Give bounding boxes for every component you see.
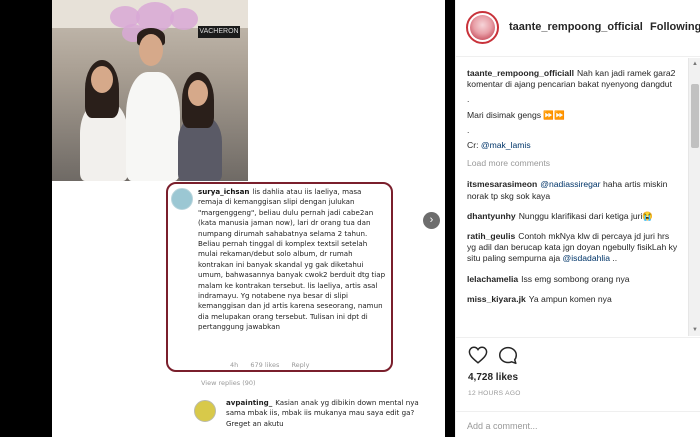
action-icons — [468, 346, 700, 366]
load-more-comments-link[interactable]: Load more comments — [467, 158, 680, 169]
comment-mention[interactable]: @isdadahlia — [563, 253, 610, 263]
comment-card-body: surya_ichsan lis dahlia atau iis laeliya,… — [198, 187, 388, 333]
scroll-down-arrow-icon[interactable]: ▼ — [692, 327, 698, 333]
store-sign: VACHERON — [198, 26, 240, 38]
caption-line3: Mari disimak gengs ⏩⏩ — [467, 109, 565, 120]
comment2-username: avpainting_ — [226, 398, 273, 407]
comment-card-meta: 4h 679 likes Reply — [230, 361, 319, 369]
commenter2-avatar — [194, 400, 216, 422]
scrollbar-thumb[interactable] — [691, 84, 699, 148]
view-replies-label: View replies (90) — [201, 379, 256, 387]
list-item: dhantyunhy Nunggu klarifikasi dari ketiga… — [467, 211, 680, 222]
likes-count[interactable]: 4,728 likes — [468, 372, 518, 383]
comment-username[interactable]: itsmesarasimeon — [467, 179, 537, 189]
person-center — [126, 72, 180, 181]
screenshot-comment-card: surya_ichsan lis dahlia atau iis laeliya,… — [166, 182, 393, 372]
screenshot-comment-2: avpainting_ Kasian anak yg dibikin down m… — [226, 398, 436, 429]
comment-card-reply: Reply — [291, 361, 310, 369]
person-right-head — [188, 80, 208, 106]
comment-card-username: surya_ichsan — [198, 187, 250, 196]
comment-text: Nunggu klarifikasi dari ketiga juri😭 — [518, 210, 654, 221]
profile-avatar[interactable] — [466, 11, 499, 44]
comments-list: taante_rempoong_officiall Nah kan jadi ra… — [456, 58, 688, 336]
comment-bubble-icon[interactable] — [498, 346, 518, 370]
commenter-avatar — [171, 188, 193, 210]
caption-line2: . — [467, 94, 470, 105]
heart-icon[interactable] — [468, 346, 488, 369]
comment-text: Iss emg sombong orang nya — [521, 273, 630, 284]
comment-username[interactable]: miss_kiyara.jk — [467, 294, 526, 304]
comment-mention[interactable]: @nadiassiregar — [540, 179, 600, 189]
comment-suffix: .. — [609, 253, 618, 264]
sidebar-header: taante_rempoong_official Following — [456, 0, 700, 57]
person-left-head — [91, 66, 113, 93]
person-center-head — [139, 34, 163, 66]
list-item: ratih_geulis Contoh mkNya klw di percaya … — [467, 231, 680, 265]
add-comment-bar — [456, 411, 700, 437]
post-caption: taante_rempoong_officiall Nah kan jadi ra… — [467, 68, 680, 151]
comment-username[interactable]: dhantyunhy — [467, 211, 516, 221]
header-username[interactable]: taante_rempoong_official — [509, 21, 646, 33]
scroll-up-arrow-icon[interactable]: ▲ — [692, 61, 698, 67]
comment-username[interactable]: ratih_geulis — [467, 231, 515, 241]
following-button[interactable]: Following — [650, 21, 700, 33]
post-timestamp: 12 HOURS AGO — [468, 390, 521, 397]
comment-username[interactable]: lelachamelia — [467, 274, 518, 284]
comment-text: Ya ampun komen nya — [528, 293, 612, 304]
post-viewer: VACHERON surya_ichsan lis dahlia atau iis… — [0, 0, 700, 437]
comment-card-likes: 679 likes — [250, 361, 280, 369]
post-sidebar: taante_rempoong_official Following taant… — [455, 0, 700, 437]
list-item: miss_kiyara.jk Ya ampun komen nya — [467, 294, 680, 305]
add-comment-input[interactable] — [467, 418, 687, 434]
post-actions: 4,728 likes 12 HOURS AGO — [456, 337, 700, 437]
profile-avatar-image — [470, 15, 495, 40]
caption-credit-prefix: Cr: — [467, 140, 481, 151]
next-arrow-button[interactable]: › — [423, 212, 440, 229]
blossom-decoration — [170, 8, 198, 30]
comment-card-text: lis dahlia atau iis laeliya, masa remaja… — [198, 187, 386, 332]
caption-credit-handle[interactable]: @mak_lamis — [481, 140, 531, 150]
comments-scrollbar[interactable]: ▲ ▼ — [688, 58, 700, 336]
post-photo: VACHERON — [52, 0, 248, 181]
caption-username[interactable]: taante_rempoong_officiall — [467, 68, 574, 78]
comment-card-time: 4h — [230, 361, 239, 369]
list-item: lelachamelia Iss emg sombong orang nya — [467, 274, 680, 285]
post-media: VACHERON surya_ichsan lis dahlia atau iis… — [52, 0, 445, 437]
list-item: itsmesarasimeon @nadiassiregar haha artis… — [467, 179, 680, 201]
caption-line4: . — [467, 124, 470, 135]
